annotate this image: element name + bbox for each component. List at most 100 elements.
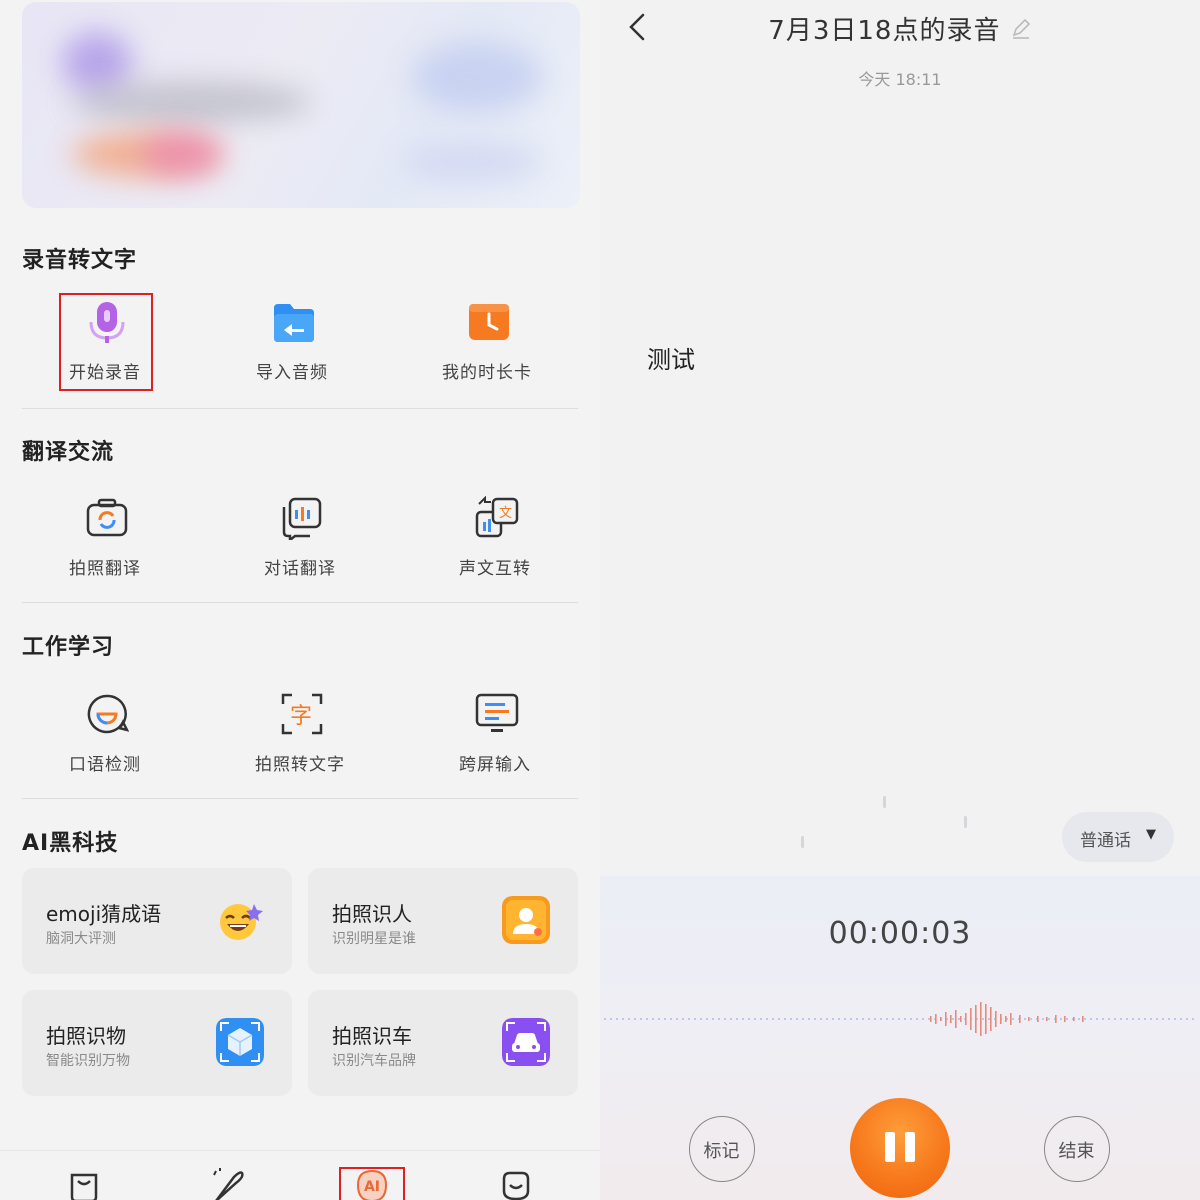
section-title-work: 工作学习 [22,635,115,660]
card-subtitle: 识别明星是谁 [332,931,416,947]
end-label: 结束 [1058,1141,1095,1162]
banner-blur [62,32,132,92]
section-title-recording: 录音转文字 [22,248,138,273]
voice-text-convert-button[interactable]: 文 声文互转 [415,492,575,602]
photo-text-button[interactable]: 字 拍照转文字 [220,688,380,798]
speech-check-icon [87,694,129,734]
wave-bar [1055,1015,1057,1023]
smile-icon[interactable] [498,1167,534,1200]
folder-icon [274,304,314,342]
recording-title[interactable]: 7月3日18点的录音 [600,10,1200,47]
svg-text:文: 文 [499,506,512,521]
screen-input-icon [475,693,519,732]
dialog-translate-button[interactable]: 对话翻译 [220,492,380,602]
banner-blur [142,132,222,177]
import-audio-button[interactable]: 导入音频 [212,296,372,406]
transcript-text: 测试 [647,346,695,374]
wave-bar [935,1014,937,1024]
person-id-card[interactable]: 拍照识人 识别明星是谁 [308,868,578,974]
card-subtitle: 识别汽车品牌 [332,1053,416,1069]
wave-bar [970,1008,972,1030]
tool-label: 对话翻译 [264,559,336,579]
end-button[interactable]: 结束 [1044,1116,1110,1182]
recording-panel: 7月3日18点的录音 今天 18:11 测试 普通话 ▼ 00:00:03 标记… [600,0,1200,1200]
card-title: 拍照识车 [332,1024,412,1048]
bottom-nav: AI [0,1150,600,1200]
card-title: 拍照识物 [46,1024,126,1048]
card-title: emoji猜成语 [46,902,162,926]
edit-pencil-icon[interactable] [1010,17,1032,39]
wave-bar [1082,1016,1084,1022]
wave-bar [975,1005,977,1033]
emoji-icon [220,904,263,940]
wave-bar [1005,1016,1007,1022]
recording-time: 今天 18:11 [858,70,942,89]
mark-button[interactable]: 标记 [689,1116,755,1182]
car-id-card[interactable]: 拍照识车 识别汽车品牌 [308,990,578,1096]
svg-text:字: 字 [290,704,312,729]
object-id-card[interactable]: 拍照识物 智能识别万物 [22,990,292,1096]
wave-bar [990,1007,992,1031]
tool-label: 拍照转文字 [255,755,345,775]
tool-label: 拍照翻译 [69,559,141,579]
object-cube-icon [216,1018,264,1066]
clock-card-icon [469,304,509,340]
dialog-translate-icon [282,497,322,540]
card-subtitle: 智能识别万物 [46,1053,130,1069]
language-label: 普通话 [1080,831,1131,851]
camera-translate-icon [86,498,128,537]
wave-bar [955,1010,957,1028]
pause-button[interactable] [850,1098,950,1198]
wave-bar [1037,1016,1039,1022]
bag-icon[interactable] [66,1167,102,1200]
wave-bar [945,1012,947,1026]
screen-input-button[interactable]: 跨屏输入 [415,688,575,798]
banner-blur [402,142,542,182]
photo-translate-button[interactable]: 拍照翻译 [25,492,185,602]
divider [22,798,578,799]
wave-bar [965,1013,967,1025]
wave-bar [960,1016,962,1022]
wave-bar [985,1004,987,1034]
tool-label: 声文互转 [459,559,531,579]
recording-controls: 00:00:03 标记 结束 [600,876,1200,1200]
recording-title-text: 7月3日18点的录音 [768,16,1001,46]
person-id-icon [502,896,550,944]
pause-icon [885,1132,895,1162]
card-title: 拍照识人 [332,902,412,926]
dropdown-caret-icon: ▼ [1146,827,1156,842]
banner-blur [72,82,312,122]
recording-timer: 00:00:03 [828,916,972,951]
card-subtitle: 脑洞大评测 [46,931,116,947]
duration-card-button[interactable]: 我的时长卡 [407,296,567,406]
speech-check-button[interactable]: 口语检测 [25,688,185,798]
photo-text-icon: 字 [281,693,323,735]
mark-label: 标记 [703,1141,740,1162]
language-select[interactable]: 普通话 ▼ [1062,812,1174,862]
section-title-translate: 翻译交流 [22,440,115,465]
wave-bar [1064,1016,1066,1022]
tool-label: 导入音频 [256,363,328,383]
wave-bar [980,1002,982,1036]
section-title-ai: AI黑科技 [22,831,119,856]
bg-speck [801,836,804,848]
tool-label: 口语检测 [69,755,141,775]
wave-bar [1019,1015,1021,1023]
wave-bar [1028,1017,1030,1021]
wave-bar [1046,1017,1048,1021]
tools-panel: 录音转文字 开始录音 导入音频 我的时长卡 翻译交流 拍照翻译 对话翻译 文 声… [0,0,600,1200]
banner-blur [412,42,542,112]
wave-bar [940,1017,942,1021]
wave-bar [1010,1013,1012,1025]
feather-icon[interactable] [210,1167,246,1200]
bg-speck [964,816,967,828]
emoji-idiom-card[interactable]: emoji猜成语 脑洞大评测 [22,868,292,974]
tool-label: 我的时长卡 [442,363,532,383]
bg-speck [883,796,886,808]
voice-text-convert-icon: 文 [475,496,519,538]
wave-bar [1073,1017,1075,1021]
wave-bar [1000,1014,1002,1024]
highlight-box [339,1167,405,1200]
promo-banner[interactable] [22,2,580,208]
wave-bar [995,1011,997,1027]
